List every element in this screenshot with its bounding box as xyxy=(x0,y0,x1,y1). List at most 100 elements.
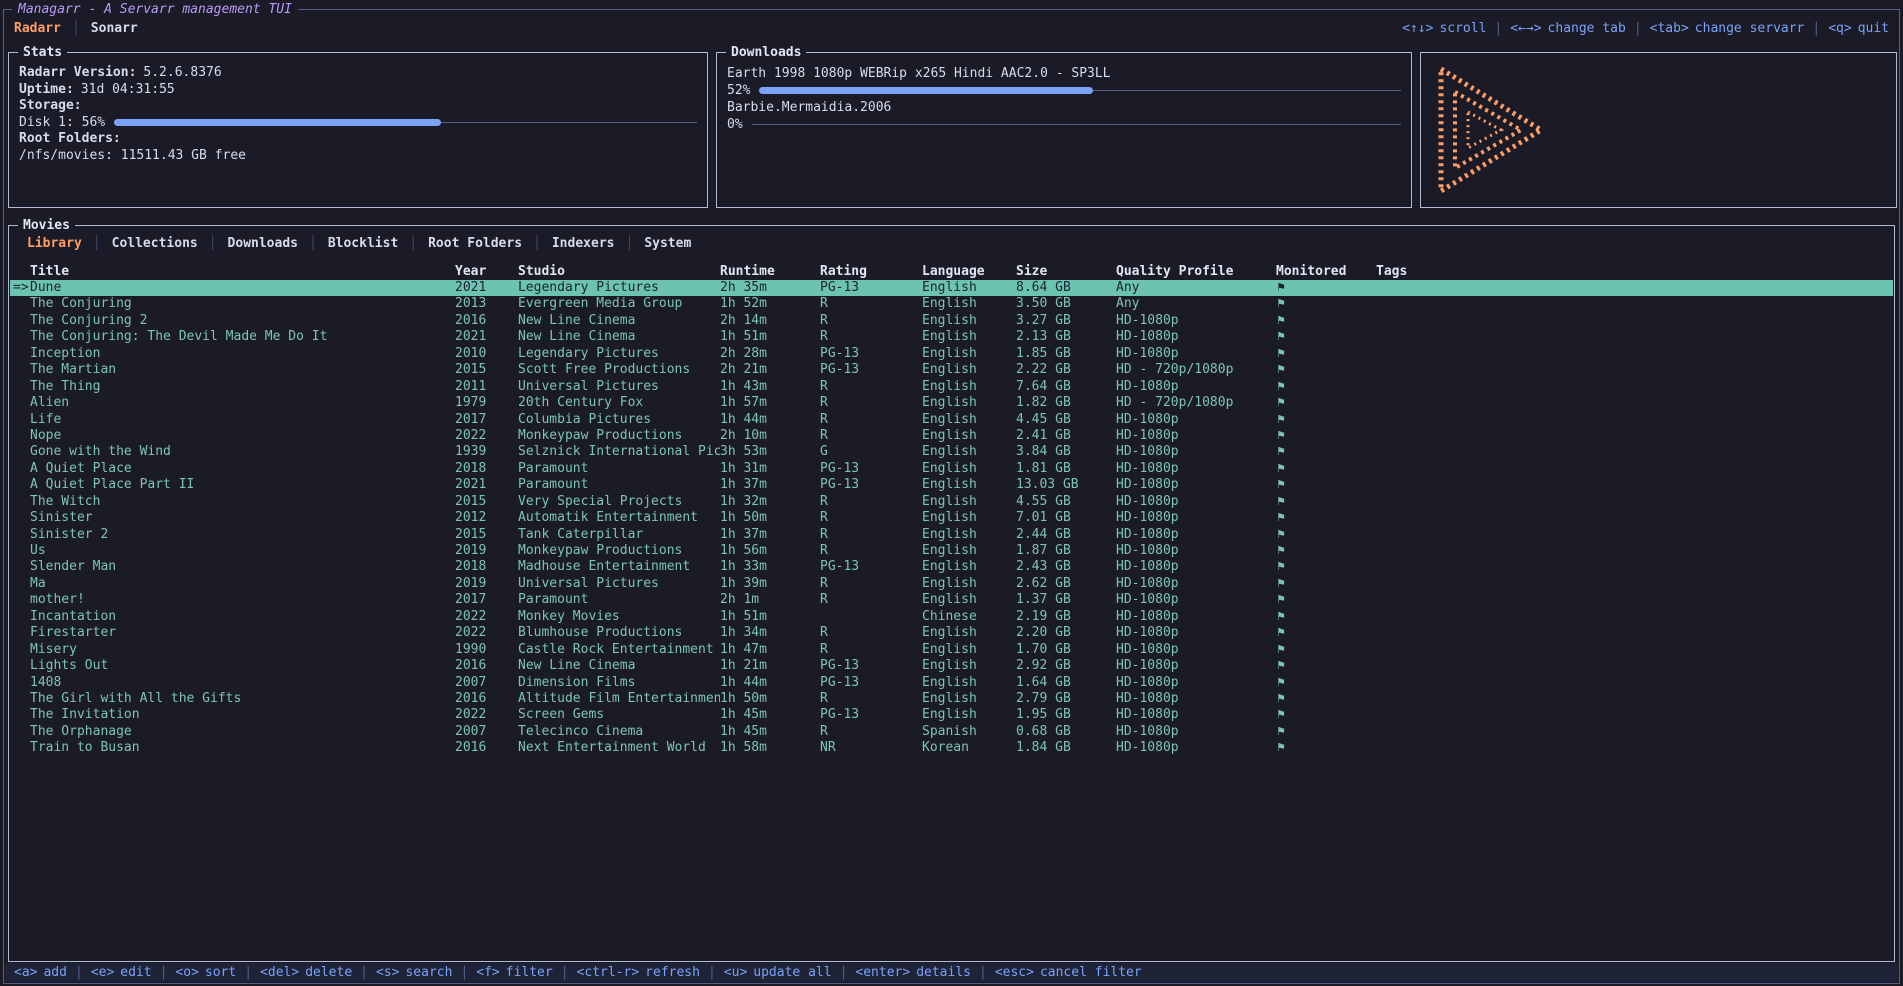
movie-row[interactable]: The Conjuring 2 2016 New Line Cinema 2h … xyxy=(10,313,1893,329)
movie-quality: HD-1080p xyxy=(1116,543,1276,559)
movie-row[interactable]: Sinister 2 2015 Tank Caterpillar 1h 37m … xyxy=(10,527,1893,543)
keybinding-hint: <esc> cancel filter | xyxy=(995,965,1142,980)
movie-row[interactable]: Firestarter 2022 Blumhouse Productions 1… xyxy=(10,625,1893,641)
movie-row[interactable]: Lights Out 2016 New Line Cinema 1h 21m P… xyxy=(10,658,1893,674)
tab-collections[interactable]: Collections xyxy=(112,236,198,251)
movie-rating: PG-13 xyxy=(820,346,922,362)
keybinding-hint: <enter> details | xyxy=(855,965,994,980)
movie-row[interactable]: The Conjuring 2013 Evergreen Media Group… xyxy=(10,296,1893,312)
hint-separator: | xyxy=(244,965,252,980)
hint-label: quit xyxy=(1858,21,1889,36)
movie-row[interactable]: Nope 2022 Monkeypaw Productions 2h 10m R… xyxy=(10,428,1893,444)
tab-blocklist[interactable]: Blocklist xyxy=(328,236,398,251)
movie-language: English xyxy=(922,691,1016,707)
movie-row[interactable]: 1408 2007 Dimension Films 1h 44m PG-13 E… xyxy=(10,675,1893,691)
movie-row[interactable]: Inception 2010 Legendary Pictures 2h 28m… xyxy=(10,346,1893,362)
movie-size: 4.55 GB xyxy=(1016,494,1116,510)
movie-row[interactable]: The Invitation 2022 Screen Gems 1h 45m P… xyxy=(10,707,1893,723)
movie-row[interactable]: Train to Busan 2016 Next Entertainment W… xyxy=(10,740,1893,756)
download-progress: 0% xyxy=(727,116,1401,133)
movie-row[interactable]: Incantation 2022 Monkey Movies 1h 51m Ch… xyxy=(10,609,1893,625)
col-runtime: Runtime xyxy=(720,263,820,280)
tab-indexers[interactable]: Indexers xyxy=(552,236,615,251)
movie-title: A Quiet Place xyxy=(30,461,455,477)
movie-size: 1.64 GB xyxy=(1016,675,1116,691)
selection-arrow xyxy=(10,609,30,625)
hint-label: update all xyxy=(753,965,831,980)
movie-size: 2.92 GB xyxy=(1016,658,1116,674)
movie-title: Misery xyxy=(30,642,455,658)
movie-language: English xyxy=(922,642,1016,658)
tab-library[interactable]: Library xyxy=(27,236,82,251)
movie-language: English xyxy=(922,362,1016,378)
movie-row[interactable]: The Girl with All the Gifts 2016 Altitud… xyxy=(10,691,1893,707)
keybinding-hint: <e> edit | xyxy=(91,965,176,980)
movie-row[interactable]: The Orphanage 2007 Telecinco Cinema 1h 4… xyxy=(10,724,1893,740)
selection-arrow: => xyxy=(10,280,30,296)
movie-quality: Any xyxy=(1116,280,1276,296)
movie-row[interactable]: Us 2019 Monkeypaw Productions 1h 56m R E… xyxy=(10,543,1893,559)
movie-row[interactable]: Gone with the Wind 1939 Selznick Interna… xyxy=(10,444,1893,460)
keybinding-hint: <tab> change servarr | xyxy=(1650,21,1829,36)
hint-key: <tab> xyxy=(1650,21,1689,36)
movie-quality: HD-1080p xyxy=(1116,691,1276,707)
movie-row[interactable]: The Thing 2011 Universal Pictures 1h 43m… xyxy=(10,379,1893,395)
movie-tags xyxy=(1376,740,1893,756)
monitored-flag-icon: ⚑ xyxy=(1276,724,1376,740)
keybinding-hint: <a> add | xyxy=(14,965,91,980)
movie-row[interactable]: The Conjuring: The Devil Made Me Do It 2… xyxy=(10,329,1893,345)
download-gauge xyxy=(759,86,1401,95)
monitored-flag-icon: ⚑ xyxy=(1276,313,1376,329)
movie-title: Us xyxy=(30,543,455,559)
movie-row[interactable]: Alien 1979 20th Century Fox 1h 57m R Eng… xyxy=(10,395,1893,411)
movie-tags xyxy=(1376,280,1893,296)
movie-row[interactable]: Slender Man 2018 Madhouse Entertainment … xyxy=(10,559,1893,575)
movie-tags xyxy=(1376,609,1893,625)
movie-size: 1.81 GB xyxy=(1016,461,1116,477)
selection-arrow xyxy=(10,724,30,740)
movie-year: 2022 xyxy=(455,707,518,723)
movie-tags xyxy=(1376,296,1893,312)
movie-year: 2016 xyxy=(455,740,518,756)
movie-row[interactable]: Misery 1990 Castle Rock Entertainment 1h… xyxy=(10,642,1893,658)
movie-quality: HD-1080p xyxy=(1116,625,1276,641)
tab-root-folders[interactable]: Root Folders xyxy=(428,236,522,251)
tab-system[interactable]: System xyxy=(644,236,691,251)
movie-row[interactable]: The Witch 2015 Very Special Projects 1h … xyxy=(10,494,1893,510)
movies-panel-title: Movies xyxy=(18,217,75,234)
movie-row[interactable]: mother! 2017 Paramount 2h 1m R English 1… xyxy=(10,592,1893,608)
movie-row[interactable]: Life 2017 Columbia Pictures 1h 44m R Eng… xyxy=(10,412,1893,428)
movie-year: 2015 xyxy=(455,494,518,510)
movie-quality: HD-1080p xyxy=(1116,642,1276,658)
movie-row[interactable]: A Quiet Place Part II 2021 Paramount 1h … xyxy=(10,477,1893,493)
movie-studio: Paramount xyxy=(518,592,720,608)
movie-row[interactable]: A Quiet Place 2018 Paramount 1h 31m PG-1… xyxy=(10,461,1893,477)
movie-tags xyxy=(1376,658,1893,674)
selection-arrow xyxy=(10,477,30,493)
hint-separator: | xyxy=(561,965,569,980)
movie-quality: HD-1080p xyxy=(1116,592,1276,608)
gauge-fill xyxy=(114,119,440,126)
tab-item: Library │ xyxy=(27,236,112,251)
movie-rating: PG-13 xyxy=(820,477,922,493)
movie-quality: HD-1080p xyxy=(1116,658,1276,674)
servarr-tab-sonarr[interactable]: Sonarr xyxy=(91,21,138,36)
stats-panel-title: Stats xyxy=(18,44,67,61)
storage-label: Storage: xyxy=(19,98,82,115)
movie-runtime: 1h 56m xyxy=(720,543,820,559)
movie-row[interactable]: Ma 2019 Universal Pictures 1h 39m R Engl… xyxy=(10,576,1893,592)
movie-title: Lights Out xyxy=(30,658,455,674)
movie-title: Alien xyxy=(30,395,455,411)
movie-row[interactable]: Sinister 2012 Automatik Entertainment 1h… xyxy=(10,510,1893,526)
movie-tags xyxy=(1376,691,1893,707)
movie-quality: HD-1080p xyxy=(1116,707,1276,723)
movie-tags xyxy=(1376,461,1893,477)
movie-row[interactable]: The Martian 2015 Scott Free Productions … xyxy=(10,362,1893,378)
servarr-tab-radarr[interactable]: Radarr xyxy=(14,21,61,36)
hint-label: cancel filter xyxy=(1040,965,1142,980)
movie-rating: R xyxy=(820,428,922,444)
download-item: Barbie.Mermaidia.2006 0% xyxy=(727,99,1401,133)
movie-row[interactable]: => Dune 2021 Legendary Pictures 2h 35m P… xyxy=(10,280,1893,296)
tab-downloads[interactable]: Downloads xyxy=(228,236,298,251)
movie-year: 2021 xyxy=(455,477,518,493)
